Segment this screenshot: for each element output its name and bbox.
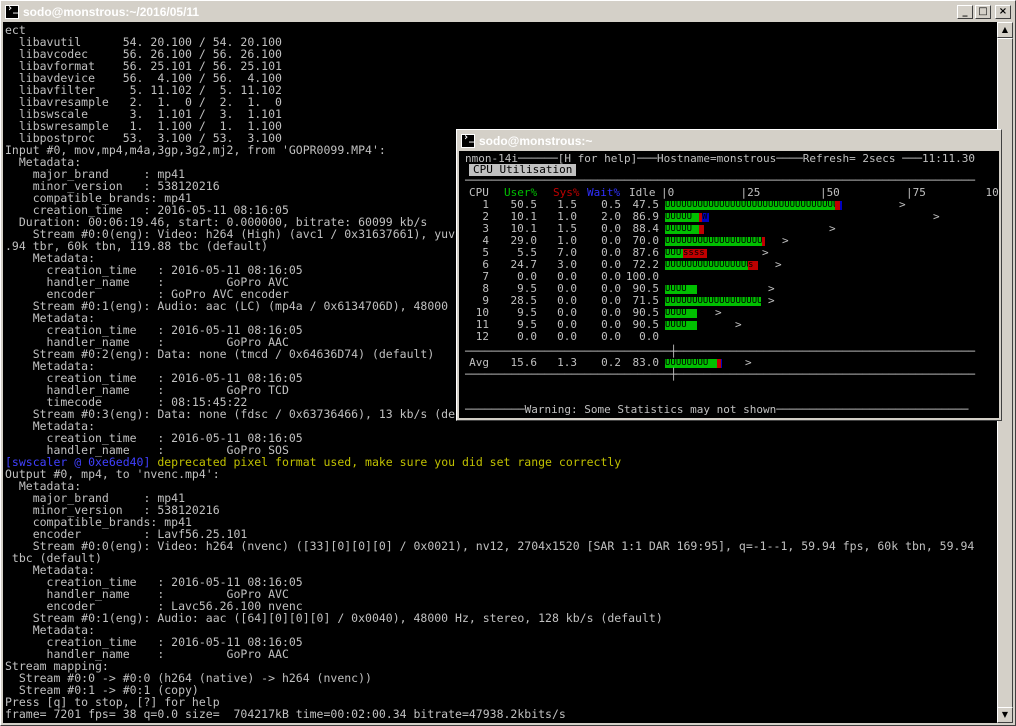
peak-marker: > xyxy=(715,306,722,319)
minimize-button[interactable]: _ xyxy=(957,5,973,19)
user-bar: UUUUUUUUUUUUUUUUUUUUUUUU xyxy=(665,261,748,270)
wait-bar xyxy=(840,201,842,210)
main-title-bar[interactable]: sodo@monstrous:~/2016/05/11 _ □ × xyxy=(3,3,1013,21)
user-bar: UUUUUUUUUUUUUUUUUUUUUUUUUUUUU xyxy=(665,297,761,306)
cpu-row: 2 10.1 1.0 2.0 86.9 UUUUU W > xyxy=(465,211,995,223)
peak-marker: > xyxy=(775,258,782,271)
peak-marker: > xyxy=(762,246,769,259)
user-bar: UUUUUUUUUUUUUUUUUUUUUUUUUUUUUUUUUUUUUUUU… xyxy=(665,201,835,210)
scroll-up-button[interactable]: ▲ xyxy=(997,22,1013,38)
sys-bar: ssss xyxy=(683,249,707,258)
cpu-row: 12 0.0 0.0 0.0 0.0 xyxy=(465,331,995,343)
cpu-row: 10 9.5 0.0 0.0 90.5 UUUU > xyxy=(465,307,995,319)
cpu-row: 624.73.00.072.2UUUUUUUUUUUUUUUUUUUUUUUUs… xyxy=(465,259,995,271)
line-text: deprecated pixel format used, make sure … xyxy=(157,455,622,469)
peak-marker: > xyxy=(899,198,906,211)
line-text: frame= 7201 fps= 38 q=0.0 size= 704217kB… xyxy=(5,707,566,721)
peak-marker: > xyxy=(933,210,940,223)
line-text: Stream #0:0(eng): Video: h264 (nvenc) ([… xyxy=(5,539,975,553)
cpu-row: 8 9.5 0.0 0.0 90.5 UUUU > xyxy=(465,283,995,295)
sys-pct: 0.0 xyxy=(557,330,577,343)
cpu-row: 5 5.5 7.0 0.0 87.6 UUU ssss > xyxy=(465,247,995,259)
cpu-row: 11 9.5 0.0 0.0 90.5 UUUU > xyxy=(465,319,995,331)
wait-bar xyxy=(721,359,722,368)
cpu-row: 7 0.0 0.0 0.0 100.0 xyxy=(465,271,995,283)
wait-bar: W xyxy=(702,213,709,222)
sys-bar xyxy=(699,225,704,234)
rule-bottom: ───────────────────────────────┼────────… xyxy=(465,368,975,381)
nmon-output[interactable]: nmon-14i──────[H for help]───Hostname=mo… xyxy=(459,151,999,418)
percent-scale: |0 |25 |50 |75 100| xyxy=(661,186,999,199)
user-bar: UUUUUUUUUUUUUUUUUUUUUUUUUUUUU xyxy=(665,237,762,246)
peak-marker: > xyxy=(768,294,775,307)
user-bar: UUUU xyxy=(665,309,697,318)
cpu-id: 12 xyxy=(475,330,489,343)
terminal-icon[interactable] xyxy=(5,3,19,19)
terminal-line: Stream #0:1(eng): Audio: aac ([64][0][0]… xyxy=(5,612,663,624)
sys-bar: s xyxy=(748,261,758,270)
terminal-icon[interactable] xyxy=(461,132,475,148)
user-pct: 0.0 xyxy=(517,330,537,343)
user-bar: UUUU xyxy=(665,285,697,294)
user-bar: UUUU xyxy=(665,321,697,330)
cpu-row: 429.01.00.070.0UUUUUUUUUUUUUUUUUUUUUUUUU… xyxy=(465,235,995,247)
cpu-row: 3 10.1 1.5 0.0 88.4 UUUUU > xyxy=(465,223,995,235)
warning-line: ─────────Warning: Some Statistics may no… xyxy=(465,403,969,416)
close-button[interactable]: × xyxy=(995,5,1011,19)
user-bar: UUU xyxy=(665,249,683,258)
main-window-title: sodo@monstrous:~/2016/05/11 xyxy=(23,5,200,19)
peak-marker: > xyxy=(782,234,789,247)
sys-bar xyxy=(762,237,765,246)
nmon-window-title: sodo@monstrous:~ xyxy=(479,134,593,148)
cpu-row: 928.50.00.071.5UUUUUUUUUUUUUUUUUUUUUUUUU… xyxy=(465,295,995,307)
nmon-title-bar[interactable]: sodo@monstrous:~ xyxy=(459,132,999,150)
terminal-line: Stream #0:0(eng): Video: h264 (nvenc) ([… xyxy=(5,539,975,553)
wait-pct: 0.0 xyxy=(601,330,621,343)
user-bar: UUUUUUUU xyxy=(665,359,717,368)
nmon-window: sodo@monstrous:~ nmon-14i──────[H for he… xyxy=(456,129,1002,421)
scroll-down-button[interactable]: ▼ xyxy=(997,707,1013,723)
cpu-row: 1 50.5 1.5 0.5 47.5 UUUUUUUUUUUUUUUUUUUUUUUUU… xyxy=(465,199,995,211)
terminal-line: frame= 7201 fps= 38 q=0.0 size= 704217kB… xyxy=(5,708,566,720)
user-bar: UUUUU xyxy=(665,213,699,222)
idle-pct: 0.0 xyxy=(639,330,659,343)
maximize-button[interactable]: □ xyxy=(975,5,991,19)
user-bar: UUUUU xyxy=(665,225,699,234)
peak-marker: > xyxy=(829,222,836,235)
line-text: Stream #0:1(eng): Audio: aac ([64][0][0]… xyxy=(5,611,663,625)
peak-marker: > xyxy=(735,318,742,331)
